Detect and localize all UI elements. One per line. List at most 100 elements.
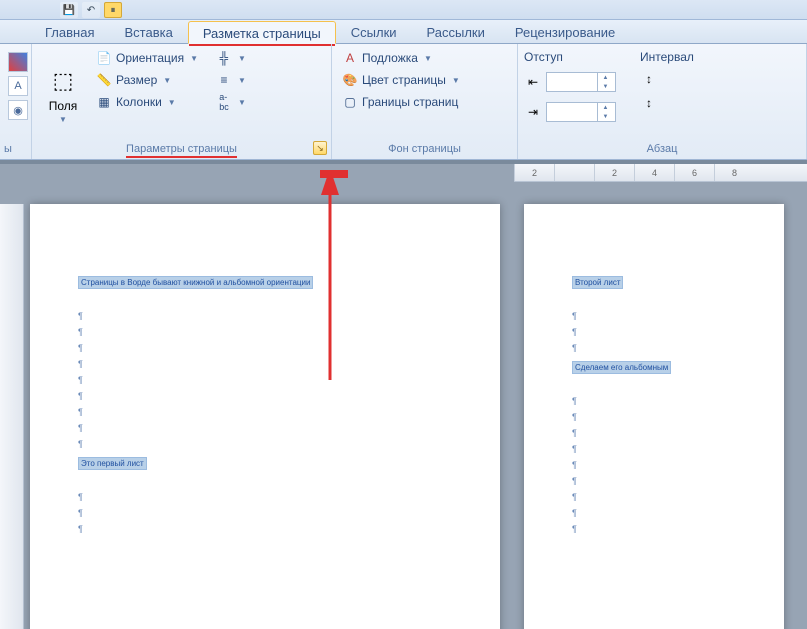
paragraph-mark: ¶ [572, 327, 736, 337]
theme-colors-icon[interactable] [8, 52, 28, 72]
page-color-label: Цвет страницы [362, 73, 446, 87]
indent-right-input[interactable]: ▲▼ [546, 102, 616, 122]
indent-left-input[interactable]: ▲▼ [546, 72, 616, 92]
margins-button[interactable]: ⬚ Поля ▼ [38, 48, 88, 141]
hyphenation-icon: a-bc [216, 94, 232, 110]
paragraph-mark: ¶ [78, 492, 452, 502]
page-1[interactable]: Страницы в Ворде бывают книжной и альбом… [30, 204, 500, 629]
paragraph-mark: ¶ [572, 428, 736, 438]
tab-references[interactable]: Ссылки [336, 20, 412, 43]
chevron-down-icon: ▼ [238, 54, 246, 63]
spacing-before-icon: ↕ [640, 72, 658, 86]
paragraph-mark: ¶ [572, 396, 736, 406]
tab-mailings[interactable]: Рассылки [412, 20, 500, 43]
qat-save-icon[interactable]: 💾 [60, 2, 78, 18]
page-borders-button[interactable]: ▢ Границы страниц [338, 92, 464, 112]
orientation-icon: 📄 [96, 50, 112, 66]
tab-insert[interactable]: Вставка [109, 20, 187, 43]
paragraph-mark: ¶ [78, 423, 452, 433]
page-2[interactable]: Второй лист ¶ ¶ ¶ Сделаем его альбомным … [524, 204, 784, 629]
paragraph-mark: ¶ [78, 508, 452, 518]
group-themes-label: ы [4, 143, 12, 155]
tab-review[interactable]: Рецензирование [500, 20, 630, 43]
group-paragraph-label: Абзац [524, 141, 800, 157]
chevron-down-icon: ▼ [238, 76, 246, 85]
page-color-button[interactable]: 🎨 Цвет страницы ▼ [338, 70, 464, 90]
page-setup-launcher[interactable]: ↘ [313, 141, 327, 155]
ribbon-tabs: Главная Вставка Разметка страницы Ссылки… [0, 20, 807, 44]
paragraph-mark: ¶ [78, 407, 452, 417]
chevron-down-icon: ▼ [190, 54, 198, 63]
qat-undo-icon[interactable]: ↶ [82, 2, 100, 18]
size-icon: 📏 [96, 72, 112, 88]
paragraph-mark: ¶ [572, 492, 736, 502]
chevron-down-icon: ▼ [238, 98, 246, 107]
orientation-button[interactable]: 📄 Ориентация ▼ [92, 48, 202, 68]
group-page-background: A Подложка ▼ 🎨 Цвет страницы ▼ ▢ Границы… [332, 44, 518, 159]
orientation-label: Ориентация [116, 51, 184, 65]
paragraph-mark: ¶ [572, 343, 736, 353]
paragraph-mark: ¶ [572, 524, 736, 534]
paragraph-mark: ¶ [78, 391, 452, 401]
paragraph-mark: ¶ [78, 439, 452, 449]
paragraph-mark: ¶ [78, 359, 452, 369]
watermark-label: Подложка [362, 51, 418, 65]
selected-text: Это первый лист [78, 457, 147, 470]
spacing-after-icon: ↕ [640, 96, 658, 110]
page-color-icon: 🎨 [342, 72, 358, 88]
chevron-down-icon: ▼ [168, 98, 176, 107]
document-workspace: 2 2 4 6 8 Страницы в Ворде бывают книжно… [0, 164, 807, 629]
group-themes: A ◉ ы [0, 44, 32, 159]
watermark-button[interactable]: A Подложка ▼ [338, 48, 464, 68]
theme-fonts-icon[interactable]: A [8, 76, 28, 96]
paragraph-mark: ¶ [572, 476, 736, 486]
chevron-down-icon: ▼ [452, 76, 460, 85]
quick-access-toolbar: 💾 ↶ ⏸ [60, 2, 122, 18]
group-page-background-label: Фон страницы [338, 141, 511, 157]
paragraph-mark: ¶ [78, 524, 452, 534]
margins-icon: ⬚ [47, 65, 79, 97]
paragraph-mark: ¶ [572, 444, 736, 454]
paragraph-mark: ¶ [78, 343, 452, 353]
horizontal-ruler[interactable]: 2 2 4 6 8 [514, 164, 807, 182]
breaks-button[interactable]: ╬▼ [212, 48, 250, 68]
tab-page-layout[interactable]: Разметка страницы [188, 21, 336, 44]
chevron-down-icon: ▼ [163, 76, 171, 85]
breaks-icon: ╬ [216, 50, 232, 66]
size-label: Размер [116, 73, 157, 87]
page-borders-icon: ▢ [342, 94, 358, 110]
paragraph-mark: ¶ [78, 375, 452, 385]
paragraph-mark: ¶ [572, 508, 736, 518]
theme-effects-icon[interactable]: ◉ [8, 100, 28, 120]
chevron-down-icon: ▼ [424, 54, 432, 63]
columns-label: Колонки [116, 95, 162, 109]
selected-text: Сделаем его альбомным [572, 361, 671, 374]
ribbon: A ◉ ы ⬚ Поля ▼ 📄 Ориентация ▼ 📏 Размер [0, 44, 807, 160]
paragraph-mark: ¶ [78, 327, 452, 337]
columns-button[interactable]: ▦ Колонки ▼ [92, 92, 202, 112]
columns-icon: ▦ [96, 94, 112, 110]
qat-pause-icon[interactable]: ⏸ [104, 2, 122, 18]
tab-home[interactable]: Главная [30, 20, 109, 43]
spacing-heading: Интервал [640, 48, 694, 66]
indent-right-icon: ⇥ [524, 105, 542, 119]
paragraph-mark: ¶ [572, 311, 736, 321]
hyphenation-button[interactable]: a-bc ▼ [212, 92, 250, 112]
indent-heading: Отступ [524, 48, 616, 66]
chevron-down-icon: ▼ [59, 115, 67, 124]
group-page-setup-label: Параметры страницы [38, 141, 325, 157]
watermark-icon: A [342, 50, 358, 66]
group-paragraph: Отступ ⇤ ▲▼ ⇥ ▲▼ Интервал ↕ ↕ [518, 44, 807, 159]
line-numbers-icon: ≡ [216, 72, 232, 88]
selected-text: Второй лист [572, 276, 623, 289]
line-numbers-button[interactable]: ≡▼ [212, 70, 250, 90]
paragraph-mark: ¶ [78, 311, 452, 321]
paragraph-mark: ¶ [572, 412, 736, 422]
group-page-setup: ⬚ Поля ▼ 📄 Ориентация ▼ 📏 Размер ▼ ▦ Кол… [32, 44, 332, 159]
margins-label: Поля [49, 99, 78, 113]
vertical-ruler[interactable] [0, 204, 24, 629]
indent-left-icon: ⇤ [524, 75, 542, 89]
page-borders-label: Границы страниц [362, 95, 458, 109]
size-button[interactable]: 📏 Размер ▼ [92, 70, 202, 90]
selected-text: Страницы в Ворде бывают книжной и альбом… [78, 276, 313, 289]
